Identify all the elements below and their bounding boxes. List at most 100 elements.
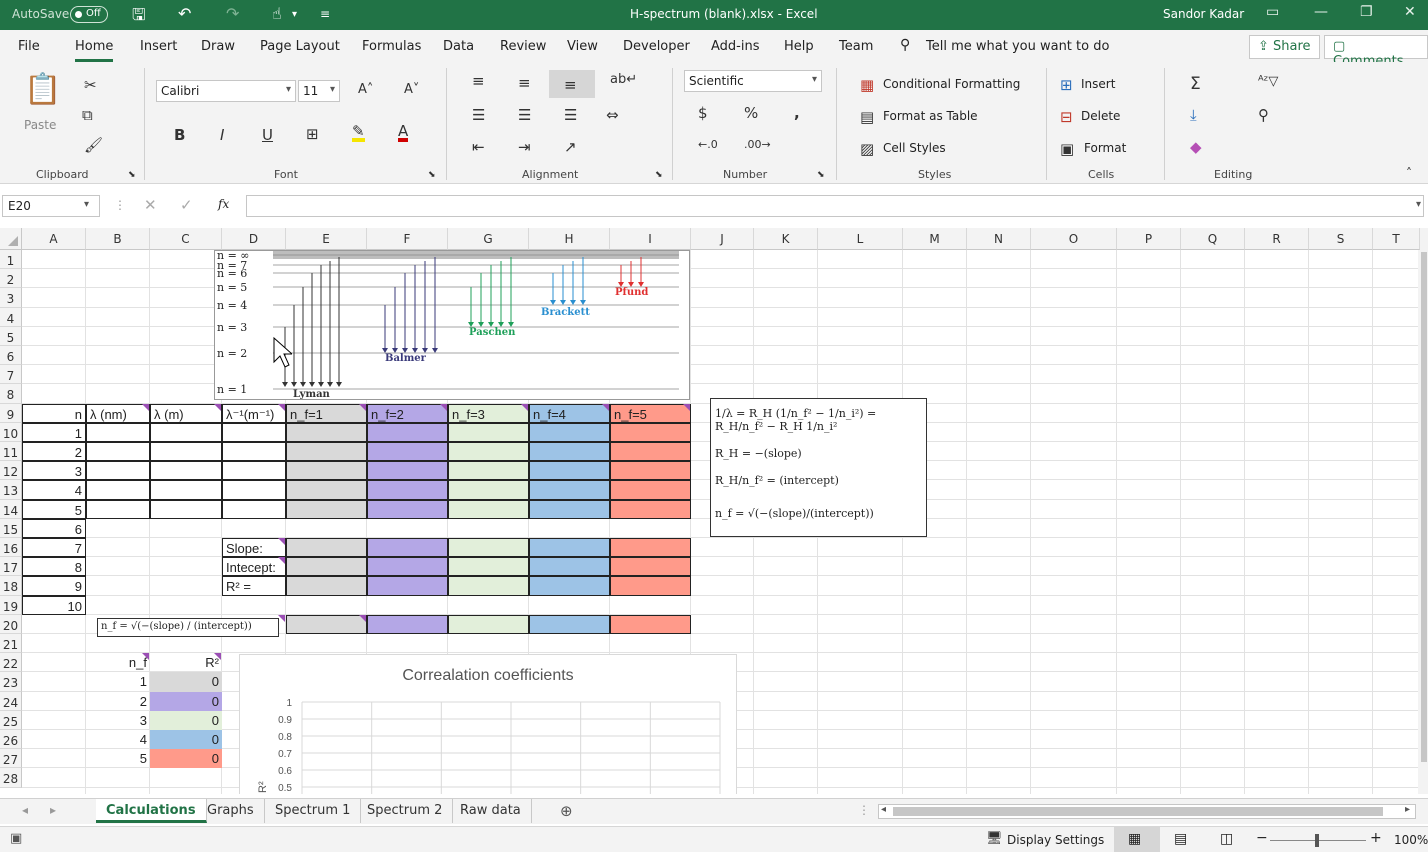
column-header-f[interactable]: F — [367, 228, 448, 250]
next-sheet-icon[interactable]: ▸ — [50, 803, 56, 817]
intercept-label[interactable]: Intecept: — [222, 557, 286, 577]
row-header-17[interactable]: 17 — [0, 557, 22, 577]
menu-insert[interactable]: Insert — [140, 39, 177, 54]
nf-cell[interactable] — [610, 461, 691, 481]
comments-button[interactable]: ▢ Comments — [1324, 35, 1428, 69]
font-launcher-icon[interactable]: ⬊ — [428, 170, 436, 180]
tab-split-handle[interactable]: ⋮ — [858, 803, 870, 817]
fit-cell[interactable] — [448, 538, 529, 558]
menu-team[interactable]: Team — [839, 39, 873, 54]
increase-font-icon[interactable]: A˄ — [358, 82, 373, 97]
nf-cell[interactable] — [448, 499, 529, 519]
page-layout-view-icon[interactable]: ▤ — [1174, 831, 1187, 847]
data-cell[interactable] — [150, 442, 222, 462]
font-size-combo[interactable]: 11 — [298, 80, 340, 102]
n-value[interactable]: 10 — [22, 595, 86, 615]
ribbon-display-icon[interactable]: ▭ — [1266, 4, 1279, 20]
n-value[interactable]: 5 — [22, 499, 86, 519]
nf-result-cell[interactable] — [448, 614, 529, 634]
column-header-s[interactable]: S — [1309, 228, 1373, 250]
data-cell[interactable] — [150, 480, 222, 500]
column-header-t[interactable]: T — [1373, 228, 1420, 250]
new-sheet-icon[interactable]: ⊕ — [560, 802, 573, 820]
format-table-icon[interactable]: ▤ — [860, 108, 874, 126]
find-select-icon[interactable]: ⚲ — [1258, 106, 1269, 124]
data-cell[interactable] — [222, 442, 286, 462]
header-nf4[interactable]: n_f=4 — [529, 403, 610, 423]
tell-me-input[interactable]: Tell me what you want to do — [926, 39, 1109, 54]
nf-cell[interactable] — [448, 442, 529, 462]
menu-help[interactable]: Help — [784, 39, 814, 54]
data-cell[interactable] — [86, 442, 150, 462]
data-cell[interactable] — [222, 422, 286, 442]
scroll-right-icon[interactable]: ▸ — [1405, 804, 1410, 815]
column-header-k[interactable]: K — [754, 228, 818, 250]
nf-cell[interactable] — [286, 461, 367, 481]
header-nf3[interactable]: n_f=3 — [448, 403, 529, 423]
sort-filter-icon[interactable]: ᴬᶻ▽ — [1258, 74, 1278, 89]
header-nf2[interactable]: n_f=2 — [367, 403, 448, 423]
header-lambda_m[interactable]: λ (m) — [150, 403, 222, 423]
lower-r2-value[interactable]: 0 — [150, 672, 222, 692]
n-value[interactable]: 8 — [22, 557, 86, 577]
number-launcher-icon[interactable]: ⬊ — [817, 170, 825, 180]
formula-input[interactable] — [246, 195, 1424, 217]
nf-cell[interactable] — [529, 480, 610, 500]
row-header-16[interactable]: 16 — [0, 538, 22, 558]
menu-developer[interactable]: Developer — [623, 39, 690, 54]
autosum-icon[interactable]: Σ — [1190, 74, 1201, 94]
n-value[interactable]: 2 — [22, 442, 86, 462]
header-nf5[interactable]: n_f=5 — [610, 403, 691, 423]
row-header-27[interactable]: 27 — [0, 749, 22, 769]
minimize-icon[interactable]: — — [1314, 4, 1328, 20]
header-inv_lambda[interactable]: λ⁻¹(m⁻¹) — [222, 403, 286, 423]
data-cell[interactable] — [222, 461, 286, 481]
row-header-5[interactable]: 5 — [0, 326, 22, 346]
fill-icon[interactable]: ⤓ — [1190, 106, 1197, 124]
nf-cell[interactable] — [367, 422, 448, 442]
data-cell[interactable] — [150, 461, 222, 481]
header-nf1[interactable]: n_f=1 — [286, 403, 367, 423]
nf-result-cell[interactable] — [367, 614, 448, 634]
row-header-13[interactable]: 13 — [0, 480, 22, 500]
data-cell[interactable] — [86, 461, 150, 481]
insert-cells-icon[interactable]: ⊞ — [1060, 76, 1073, 94]
format-cells-button[interactable]: Format — [1084, 141, 1126, 155]
nf-cell[interactable] — [529, 422, 610, 442]
collapse-ribbon-icon[interactable]: ˄ — [1406, 166, 1412, 180]
worksheet-grid[interactable]: ABCDEFGHIJKLMNOPQRST 1 2 3 4 5 6 7 8 9 10 11 12 13 14… — [0, 228, 1420, 794]
align-center-icon[interactable]: ☰ — [518, 106, 531, 124]
spectrum-image[interactable]: n = ∞ n = 7n = 6n = 5n = 4n = 3n = 2n = 1… — [214, 249, 690, 400]
nf-result-cell[interactable] — [610, 614, 691, 634]
row-header-25[interactable]: 25 — [0, 710, 22, 730]
column-header-b[interactable]: B — [86, 228, 150, 250]
page-break-view-icon[interactable]: ◫ — [1220, 831, 1233, 847]
menu-draw[interactable]: Draw — [201, 39, 235, 54]
row-header-21[interactable]: 21 — [0, 634, 22, 654]
nf-cell[interactable] — [610, 480, 691, 500]
copy-icon[interactable]: ⧉ — [82, 106, 93, 124]
align-left-icon[interactable]: ☰ — [472, 106, 485, 124]
italic-icon[interactable]: I — [220, 126, 224, 144]
row-header-4[interactable]: 4 — [0, 307, 22, 327]
row-header-6[interactable]: 6 — [0, 346, 22, 366]
prev-sheet-icon[interactable]: ◂ — [22, 803, 28, 817]
nf-cell[interactable] — [448, 480, 529, 500]
wrap-text-icon[interactable]: ab↵ — [610, 72, 637, 87]
row-header-23[interactable]: 23 — [0, 672, 22, 692]
decrease-decimal-icon[interactable]: .00→ — [744, 138, 771, 151]
decrease-indent-icon[interactable]: ⇤ — [472, 138, 485, 156]
lower-nf-value[interactable]: 1 — [86, 672, 150, 691]
nf-cell[interactable] — [286, 499, 367, 519]
increase-indent-icon[interactable]: ⇥ — [518, 138, 531, 156]
column-header-d[interactable]: D — [222, 228, 286, 250]
lower-header-nf[interactable]: n_f — [86, 653, 150, 672]
menu-view[interactable]: View — [567, 39, 598, 54]
n-value[interactable]: 3 — [22, 461, 86, 481]
r2-label[interactable]: R² = — [222, 576, 286, 596]
data-cell[interactable] — [222, 480, 286, 500]
row-header-18[interactable]: 18 — [0, 576, 22, 596]
lower-r2-value[interactable]: 0 — [150, 749, 222, 769]
font-color-icon[interactable]: A — [398, 124, 409, 142]
font-name-combo[interactable]: Calibri — [156, 80, 296, 102]
